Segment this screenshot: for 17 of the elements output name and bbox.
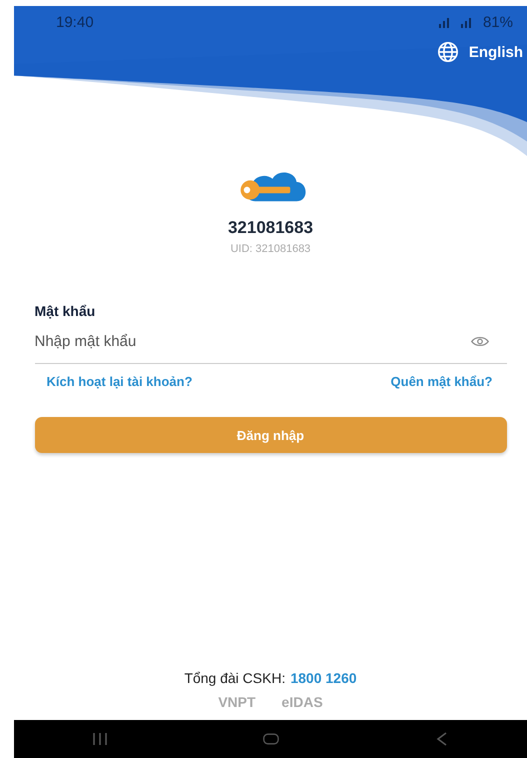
home-icon[interactable] xyxy=(262,732,278,746)
password-label: Mật khẩu xyxy=(34,303,96,319)
recent-apps-icon[interactable] xyxy=(92,732,108,746)
hotline-number[interactable]: 1800 1260 xyxy=(290,670,357,686)
login-button[interactable]: Đăng nhập xyxy=(34,417,506,453)
language-button[interactable]: English xyxy=(436,41,527,63)
partner-logo: VNPT xyxy=(218,694,256,710)
battery-level: 81% xyxy=(482,14,513,31)
account-link[interactable]: Kích hoạt lại tài khoản? xyxy=(46,374,192,389)
account-link[interactable]: Quên mật khẩu? xyxy=(390,374,492,389)
status-time: 19:40 xyxy=(56,14,94,31)
hotline-label: Tổng đài CSKH: xyxy=(184,670,286,686)
eye-icon[interactable] xyxy=(470,336,488,347)
partner-logo: eIDAS xyxy=(282,694,323,710)
account-uid: UID: 321081683 xyxy=(230,243,311,255)
globe-icon xyxy=(436,41,459,63)
account-number: 321081683 xyxy=(228,218,314,238)
